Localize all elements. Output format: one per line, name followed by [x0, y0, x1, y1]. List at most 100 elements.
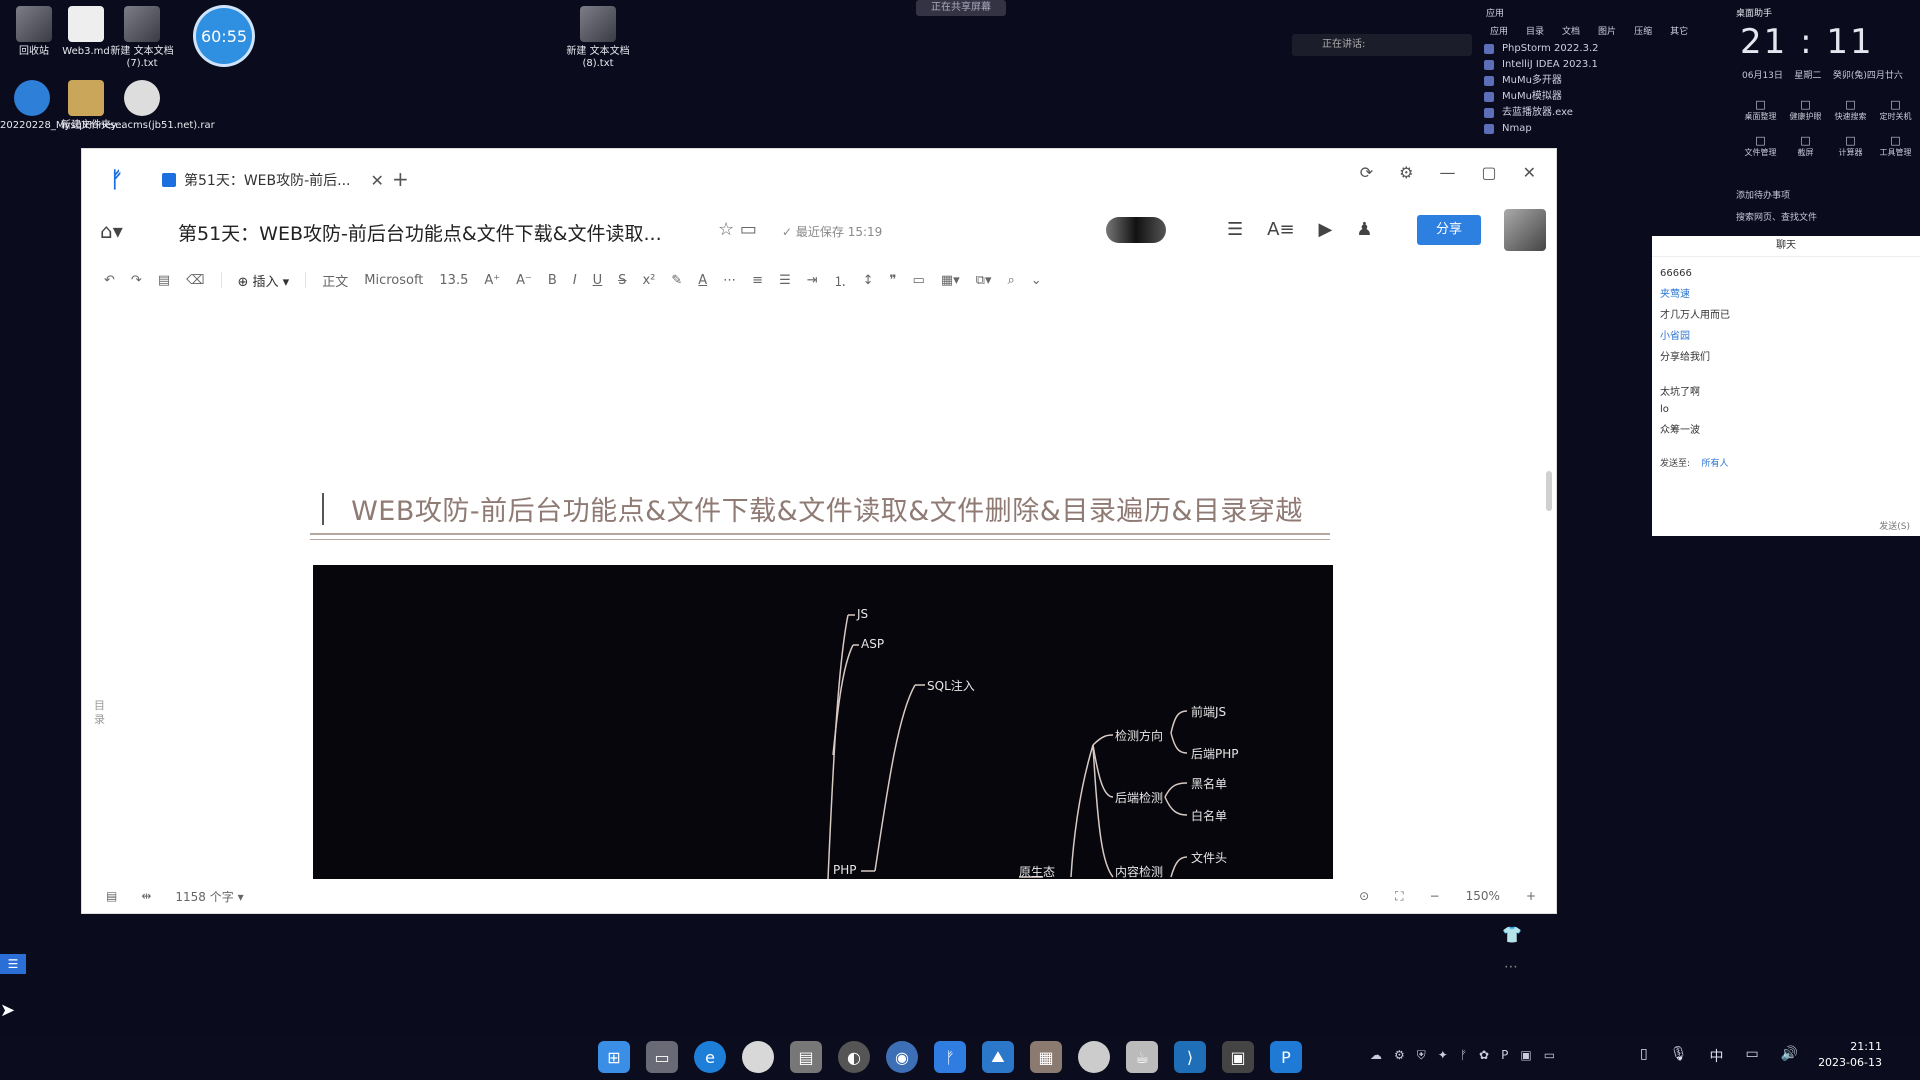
- quick-action[interactable]: 桌面整理: [1738, 98, 1783, 122]
- app-item-nmap[interactable]: Nmap: [1480, 121, 1720, 137]
- text-format-icon[interactable]: A≡: [1267, 219, 1294, 240]
- quote-icon[interactable]: ❞: [890, 273, 897, 288]
- plugin-icon[interactable]: ⧉▾: [976, 273, 992, 288]
- docs-app-icon[interactable]: ᚠ: [934, 1041, 966, 1073]
- italic-icon[interactable]: I: [573, 273, 577, 288]
- apps-category[interactable]: 目录: [1526, 24, 1544, 37]
- desktop-icon-web3-md[interactable]: Web3.md: [54, 6, 118, 58]
- menu-icon[interactable]: ☰: [1227, 219, 1243, 240]
- tray-app-icon[interactable]: ▣: [1520, 1048, 1531, 1063]
- tray-app-icon[interactable]: ⚙: [1394, 1048, 1405, 1063]
- globe-app-icon[interactable]: ◉: [886, 1041, 918, 1073]
- tray-app-icon[interactable]: ⛨: [1417, 1048, 1426, 1063]
- notepad-icon[interactable]: ▤: [790, 1041, 822, 1073]
- line-spacing-icon[interactable]: ↕: [863, 273, 874, 288]
- microphone-icon[interactable]: 🎙: [1670, 1046, 1688, 1066]
- tray-app-icon[interactable]: ✦: [1438, 1048, 1448, 1063]
- insert-menu[interactable]: ⊕ 插入 ▾: [238, 271, 290, 290]
- tray-app-icon[interactable]: ☁: [1370, 1048, 1382, 1063]
- share-button[interactable]: 分享: [1417, 215, 1481, 245]
- apps-category[interactable]: 文档: [1562, 24, 1580, 37]
- quick-action[interactable]: 截屏: [1783, 134, 1828, 158]
- desktop-icon-new-folder[interactable]: 新建文件夹: [54, 80, 118, 132]
- edge-browser-icon[interactable]: e: [694, 1041, 726, 1073]
- app-item-player[interactable]: 去蓝播放器.exe: [1480, 105, 1720, 121]
- increase-font-icon[interactable]: A⁺: [484, 273, 500, 288]
- toc-toggle[interactable]: 目录: [94, 699, 106, 727]
- search-icon[interactable]: ⌕: [1007, 273, 1014, 288]
- home-icon[interactable]: ⌂▾: [100, 219, 123, 243]
- collaborators-icon[interactable]: ♟: [1356, 219, 1372, 240]
- volume-icon[interactable]: 🔊: [1781, 1046, 1798, 1066]
- chat-recipient-select[interactable]: 所有人: [1702, 459, 1729, 469]
- paragraph-style-select[interactable]: 正文: [322, 271, 348, 290]
- shark-app-icon[interactable]: ◐: [838, 1041, 870, 1073]
- vertical-scrollbar[interactable]: [1546, 471, 1552, 511]
- chevron-down-icon[interactable]: ⌄: [1031, 273, 1042, 288]
- strikethrough-icon[interactable]: S: [618, 273, 626, 288]
- zoom-level[interactable]: 150%: [1466, 889, 1500, 903]
- document-heading[interactable]: WEB攻防-前后台功能点&文件下载&文件读取&文件删除&目录遍历&目录穿越: [322, 489, 1332, 528]
- chrome-icon[interactable]: [742, 1041, 774, 1073]
- tray-app-icon[interactable]: ✿: [1479, 1048, 1489, 1063]
- numbered-list-icon[interactable]: ⒈: [834, 271, 847, 290]
- document-tab[interactable]: 第51天：WEB攻防-前后... ✕: [162, 163, 384, 197]
- comment-icon[interactable]: ▭: [913, 273, 925, 288]
- decrease-font-icon[interactable]: A⁻: [516, 273, 532, 288]
- quick-action[interactable]: 工具管理: [1873, 134, 1918, 158]
- widget-search[interactable]: 搜索网页、查找文件: [1736, 210, 1817, 223]
- superscript-icon[interactable]: x²: [642, 273, 655, 288]
- apps-category[interactable]: 其它: [1670, 24, 1688, 37]
- vscode-icon[interactable]: ⟩: [1174, 1041, 1206, 1073]
- document-title[interactable]: 第51天：WEB攻防-前后台功能点&文件下载&文件读取...: [178, 219, 662, 246]
- close-tab-icon[interactable]: ✕: [371, 171, 384, 190]
- quick-action[interactable]: 文件管理: [1738, 134, 1783, 158]
- quick-action[interactable]: 定时关机: [1873, 98, 1918, 122]
- desktop-icon-seacms-rar[interactable]: seacms(jb51.net).rar: [110, 80, 215, 132]
- tray-app-icon[interactable]: ᚠ: [1460, 1048, 1467, 1063]
- quick-action[interactable]: 计算器: [1828, 134, 1873, 158]
- usb-icon[interactable]: ▯: [1640, 1046, 1648, 1066]
- quick-action[interactable]: 快速搜索: [1828, 98, 1873, 122]
- redo-icon[interactable]: ↷: [131, 273, 142, 288]
- favorite-star-icon[interactable]: ☆ ▭: [718, 219, 757, 240]
- apps-category[interactable]: 应用: [1490, 24, 1508, 37]
- font-size-select[interactable]: 13.5: [439, 273, 468, 288]
- more-icon[interactable]: ⋯: [723, 273, 736, 288]
- chat-send-button[interactable]: 发送(S): [1879, 519, 1910, 532]
- recording-timer[interactable]: 60:55: [196, 8, 252, 64]
- settings-gear-icon[interactable]: ⚙: [1399, 163, 1413, 182]
- underline-icon[interactable]: U: [593, 273, 603, 288]
- meeting-app-icon[interactable]: [1078, 1041, 1110, 1073]
- zoom-in-button[interactable]: +: [1526, 889, 1536, 903]
- theme-icon[interactable]: 👕: [1502, 925, 1522, 944]
- more-options-icon[interactable]: ⋯: [1504, 959, 1518, 975]
- present-icon[interactable]: ▶: [1319, 219, 1333, 240]
- text-editor-icon[interactable]: ▦: [1030, 1041, 1062, 1073]
- list-icon[interactable]: ☰: [779, 273, 791, 288]
- tray-app-icon[interactable]: ▭: [1544, 1048, 1555, 1063]
- outline-icon[interactable]: ▤: [106, 889, 117, 903]
- undo-icon[interactable]: ↶: [104, 273, 115, 288]
- minimize-button[interactable]: —: [1439, 163, 1455, 182]
- word-count[interactable]: 1158 个字 ▾: [175, 888, 243, 905]
- java-icon[interactable]: ☕: [1126, 1041, 1158, 1073]
- floating-menu-icon[interactable]: ☰: [0, 954, 26, 974]
- align-icon[interactable]: ≡: [752, 273, 763, 288]
- taskbar-clock[interactable]: 21:11 2023-06-13: [1800, 1039, 1882, 1071]
- highlight-icon[interactable]: ✎: [671, 273, 682, 288]
- start-icon[interactable]: ⊞: [598, 1041, 630, 1073]
- maximize-button[interactable]: ▢: [1481, 163, 1496, 182]
- app-item-mumu[interactable]: MuMu模拟器: [1480, 89, 1720, 105]
- apps-category[interactable]: 压缩: [1634, 24, 1652, 37]
- app-item-mumu-multi[interactable]: MuMu多开器: [1480, 73, 1720, 89]
- network-icon[interactable]: ▭: [1746, 1046, 1759, 1066]
- page-layout-icon[interactable]: ⇹: [141, 889, 151, 903]
- quick-action[interactable]: 健康护眼: [1783, 98, 1828, 122]
- fullscreen-icon[interactable]: ⛶: [1395, 889, 1403, 904]
- desktop-icon-text-7[interactable]: 新建 文本文档 (7).txt: [110, 6, 174, 70]
- p-app-icon[interactable]: P: [1270, 1041, 1302, 1073]
- sync-icon[interactable]: ⟳: [1360, 163, 1373, 182]
- photos-icon[interactable]: ⛰: [982, 1041, 1014, 1073]
- mindmap-image[interactable]: JS ASP SQL注入 检测方向 前端JS 后端PHP 后端检测 黑名单 白名…: [313, 565, 1333, 879]
